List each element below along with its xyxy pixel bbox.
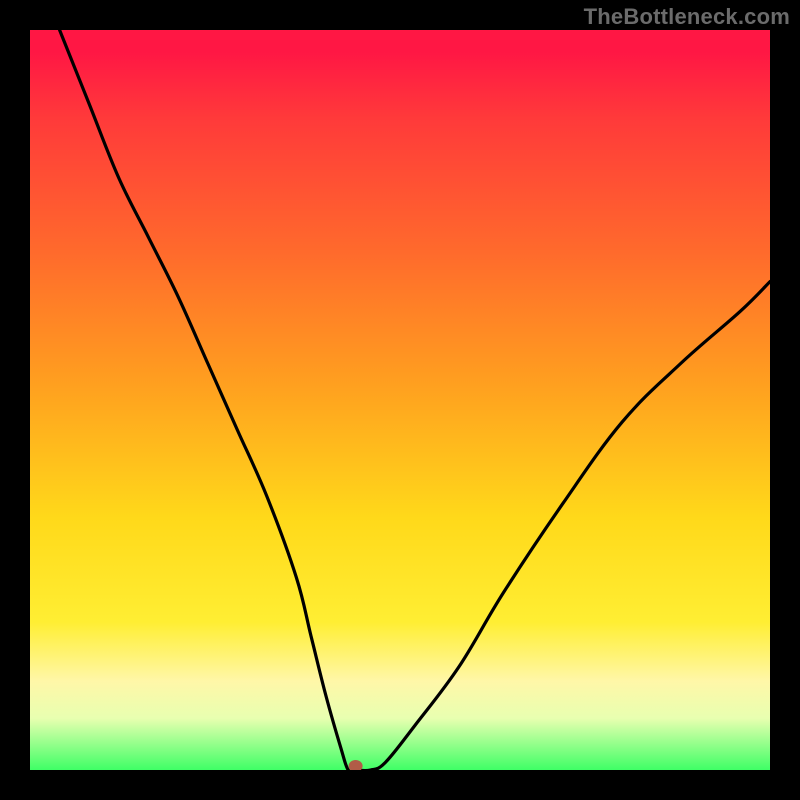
plot-area — [30, 30, 770, 770]
bottleneck-curve — [60, 30, 770, 770]
chart-frame: TheBottleneck.com — [0, 0, 800, 800]
watermark-text: TheBottleneck.com — [584, 4, 790, 30]
minimum-marker-icon — [349, 760, 363, 770]
curve-layer — [30, 30, 770, 770]
